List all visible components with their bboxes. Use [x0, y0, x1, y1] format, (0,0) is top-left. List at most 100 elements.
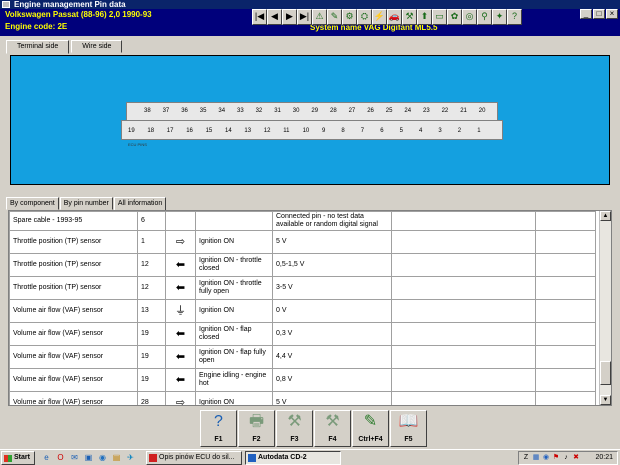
- pin-34[interactable]: 34: [218, 108, 225, 115]
- volume-tray-icon[interactable]: ◉: [542, 454, 550, 462]
- pin-22[interactable]: 22: [442, 108, 449, 115]
- fkey-f4-button[interactable]: ⚒ F4: [314, 410, 351, 447]
- table-row[interactable]: Spare cable - 1993-95 6 Connected pin - no…: [9, 211, 596, 231]
- outlook-icon[interactable]: ✉: [70, 453, 79, 462]
- pin-4[interactable]: 4: [419, 128, 422, 135]
- close-button[interactable]: ×: [606, 9, 618, 19]
- z-tray-icon[interactable]: Z: [522, 454, 530, 462]
- start-button[interactable]: Start: [1, 451, 35, 465]
- car-icon[interactable]: 🚗: [387, 9, 402, 25]
- fkey-f1-button[interactable]: ? F1: [200, 410, 237, 447]
- pin-17[interactable]: 17: [167, 128, 174, 135]
- battery-icon[interactable]: ▭: [432, 9, 447, 25]
- antivirus-tray-icon[interactable]: ⚑: [552, 454, 560, 462]
- prev-page-icon[interactable]: ◀: [267, 9, 282, 25]
- pin-18[interactable]: 18: [147, 128, 154, 135]
- table-row[interactable]: Volume air flow (VAF) sensor 19 ⬅ Ignition …: [9, 345, 596, 369]
- filter-icon[interactable]: ✦: [492, 9, 507, 25]
- task-autodata[interactable]: Autodata CD-2: [245, 451, 341, 465]
- pin-7[interactable]: 7: [361, 128, 364, 135]
- tab-wire-side[interactable]: Wire side: [71, 40, 123, 53]
- pin-11[interactable]: 11: [283, 128, 289, 135]
- pin-26[interactable]: 26: [367, 108, 374, 115]
- pin-8[interactable]: 8: [341, 128, 344, 135]
- tab-terminal-side[interactable]: Terminal side: [6, 40, 70, 54]
- pin-27[interactable]: 27: [349, 108, 356, 115]
- settings-icon[interactable]: ⚒: [402, 9, 417, 25]
- tab-all-information[interactable]: All information: [113, 197, 167, 211]
- wiring-icon[interactable]: ⚙: [342, 9, 357, 25]
- table-row[interactable]: Volume air flow (VAF) sensor 19 ⬅ Ignition …: [9, 322, 596, 346]
- fkey-f2-button[interactable]: 🖶 F2: [238, 410, 275, 447]
- pin-5[interactable]: 5: [400, 128, 403, 135]
- minimize-button[interactable]: _: [580, 9, 592, 19]
- vertical-scrollbar[interactable]: ▲ ▼: [599, 211, 611, 405]
- oil-icon[interactable]: ✿: [447, 9, 462, 25]
- table-row[interactable]: Throttle position (TP) sensor 1 ⇨ Ignition …: [9, 230, 596, 254]
- pin-28[interactable]: 28: [330, 108, 337, 115]
- table-row[interactable]: Volume air flow (VAF) sensor 13 ⏚ Ignition …: [9, 299, 596, 323]
- network-icon[interactable]: ✈: [126, 453, 135, 462]
- fkey-f5-button[interactable]: 📖 F5: [390, 410, 427, 447]
- pin-24[interactable]: 24: [404, 108, 411, 115]
- pin-30[interactable]: 30: [293, 108, 300, 115]
- plug-icon[interactable]: ⚲: [477, 9, 492, 25]
- speaker-tray-icon[interactable]: ♪: [562, 454, 570, 462]
- pin-20[interactable]: 20: [479, 108, 486, 115]
- explorer-icon[interactable]: e: [42, 453, 51, 462]
- pin-3[interactable]: 3: [438, 128, 441, 135]
- scroll-thumb[interactable]: [600, 361, 611, 385]
- tab-by-pin-number[interactable]: By pin number: [59, 197, 113, 210]
- security-tray-icon[interactable]: ✖: [572, 454, 580, 462]
- tab-by-component[interactable]: By component: [6, 197, 59, 210]
- table-row[interactable]: Throttle position (TP) sensor 12 ⬅ Ignition…: [9, 253, 596, 277]
- table-row[interactable]: Volume air flow (VAF) sensor 19 ⬅ Engine id…: [9, 368, 596, 392]
- pin-16[interactable]: 16: [186, 128, 193, 135]
- tools-icon[interactable]: ✎: [327, 9, 342, 25]
- scroll-down-button[interactable]: ▼: [600, 395, 611, 405]
- maximize-button[interactable]: □: [593, 9, 605, 19]
- pin-2[interactable]: 2: [458, 128, 461, 135]
- pin-15[interactable]: 15: [206, 128, 213, 135]
- pin-19[interactable]: 19: [128, 128, 135, 135]
- pin-25[interactable]: 25: [386, 108, 393, 115]
- pin-38[interactable]: 38: [144, 108, 151, 115]
- injector-icon[interactable]: ⬆: [417, 9, 432, 25]
- pin-33[interactable]: 33: [237, 108, 244, 115]
- pin-31[interactable]: 31: [274, 108, 281, 115]
- last-page-icon[interactable]: ▶|: [297, 9, 312, 25]
- engine-icon[interactable]: ⛭: [357, 9, 372, 25]
- fkey-f3-button[interactable]: ⚒ F3: [276, 410, 313, 447]
- media-icon[interactable]: ◉: [98, 453, 107, 462]
- folder-icon[interactable]: ▤: [112, 453, 121, 462]
- warning-icon[interactable]: ⚠: [312, 9, 327, 25]
- table-row[interactable]: Volume air flow (VAF) sensor 28 ⇨ Ignition …: [9, 391, 596, 405]
- pin-13[interactable]: 13: [244, 128, 251, 135]
- pin-12[interactable]: 12: [264, 128, 271, 135]
- pin-23[interactable]: 23: [423, 108, 430, 115]
- task-opis-pinow[interactable]: Opis pinów ECU do sil...: [146, 451, 242, 465]
- pin-9[interactable]: 9: [322, 128, 325, 135]
- pin-35[interactable]: 35: [200, 108, 207, 115]
- scroll-up-button[interactable]: ▲: [600, 211, 611, 221]
- desktop-icon[interactable]: ▣: [84, 453, 93, 462]
- pin-37[interactable]: 37: [163, 108, 170, 115]
- first-page-icon[interactable]: |◀: [252, 9, 267, 25]
- gauge-icon[interactable]: ◎: [462, 9, 477, 25]
- timing-icon[interactable]: ⚡: [372, 9, 387, 25]
- pin-1[interactable]: 1: [477, 128, 480, 135]
- pin-32[interactable]: 32: [256, 108, 263, 115]
- table-row[interactable]: Throttle position (TP) sensor 12 ⬅ Ignition…: [9, 276, 596, 300]
- pin-21[interactable]: 21: [460, 108, 467, 115]
- ecu-connector: 38 37 36 35 34 33 32 31 30 29 28 27 26 25 24 23 22 21 20 19…: [121, 102, 503, 140]
- fkey-ctrl-f4-button[interactable]: ✎ Ctrl+F4: [352, 410, 389, 447]
- next-page-icon[interactable]: ▶: [282, 9, 297, 25]
- pin-36[interactable]: 36: [181, 108, 188, 115]
- pin-29[interactable]: 29: [311, 108, 318, 115]
- network-tray-icon[interactable]: ▦: [532, 454, 540, 462]
- opera-icon[interactable]: O: [56, 453, 65, 462]
- help-icon[interactable]: ?: [507, 9, 522, 25]
- pin-6[interactable]: 6: [380, 128, 383, 135]
- pin-14[interactable]: 14: [225, 128, 232, 135]
- pin-10[interactable]: 10: [303, 128, 310, 135]
